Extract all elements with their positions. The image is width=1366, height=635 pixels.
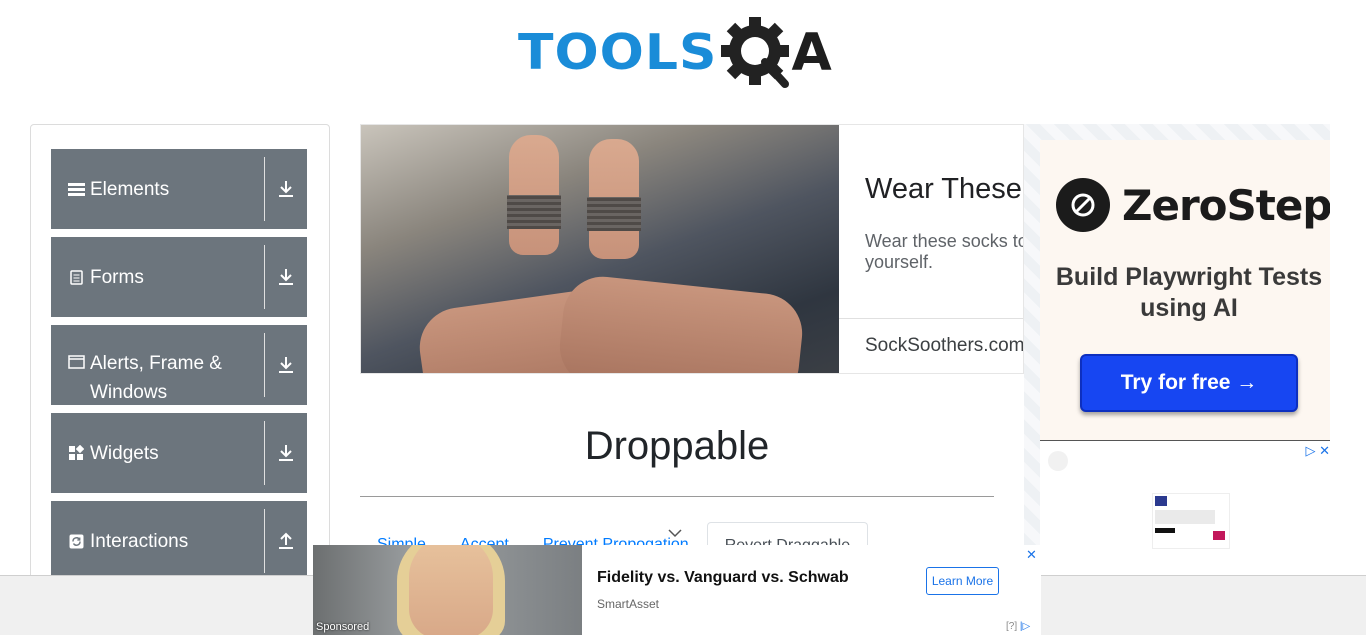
divider <box>839 318 1023 319</box>
zerostep-tagline: Build Playwright Tests using AI <box>1055 263 1323 322</box>
sponsored-label: Sponsored <box>316 621 370 633</box>
ad-headline[interactable]: Wear These <box>865 173 1022 206</box>
sidebar-group-label: Interactions <box>90 530 189 552</box>
sidebar-group-widgets[interactable]: Widgets <box>51 413 307 493</box>
sidebar-group-label: Widgets <box>90 442 159 464</box>
face-shape <box>409 545 493 635</box>
ad-title[interactable]: Fidelity vs. Vanguard vs. Schwab <box>597 569 849 587</box>
zerostep-brand: ZeroStep <box>1122 180 1330 230</box>
leg-shape <box>555 272 807 373</box>
try-for-free-button[interactable]: Try for free → <box>1080 354 1298 412</box>
mini-ad-image <box>1152 493 1230 549</box>
fidelity-ad[interactable]: Sponsored Fidelity vs. Vanguard vs. Schw… <box>313 545 1041 635</box>
page: TOOLS A Elements Forms Alerts, Frame & W… <box>0 0 1366 635</box>
ad-info[interactable]: [?] |▷ <box>1006 621 1030 632</box>
zerostep-ad[interactable]: ZeroStep Build Playwright Tests using AI… <box>1024 124 1330 575</box>
widgets-icon <box>67 445 85 461</box>
download-icon[interactable] <box>265 237 307 317</box>
zerostep-logo: ZeroStep <box>1056 178 1330 232</box>
refresh-icon <box>67 534 85 549</box>
close-icon[interactable]: ✕ <box>1026 547 1037 563</box>
window-icon <box>67 355 85 369</box>
chevron-down-icon[interactable] <box>668 528 682 538</box>
logo-text: TOOLS <box>518 24 718 82</box>
document-icon <box>67 269 85 285</box>
toolsqa-logo[interactable]: TOOLS A <box>518 16 840 90</box>
foot-shape <box>507 135 561 255</box>
download-icon[interactable] <box>265 413 307 493</box>
divider <box>360 496 994 497</box>
logo-suffix: A <box>791 23 832 83</box>
zerostep-icon <box>1056 178 1110 232</box>
ad-site-link[interactable]: SockSoothers.com <box>865 335 1023 357</box>
sock-ad-banner[interactable]: Wear These Wear these socks to yourself.… <box>360 124 1024 374</box>
ad-info-text: [?] <box>1006 621 1018 632</box>
sidebar-group-label: Elements <box>90 178 170 200</box>
sidebar-group-label: Forms <box>90 266 144 288</box>
download-icon[interactable] <box>265 325 307 405</box>
sidebar-group-forms[interactable]: Forms <box>51 237 307 317</box>
sidebar-group-alerts-frame-windows[interactable]: Alerts, Frame & Windows <box>51 325 307 405</box>
list-icon <box>67 182 85 197</box>
learn-more-button[interactable]: Learn More <box>926 567 999 595</box>
mute-icon[interactable] <box>1048 451 1068 471</box>
sidebar: Elements Forms Alerts, Frame & Windows W… <box>30 124 330 635</box>
adchoices-icon[interactable]: |▷ <box>1020 621 1030 632</box>
download-icon[interactable] <box>265 149 307 229</box>
ad-photo: Sponsored <box>313 545 582 635</box>
sidebar-group-elements[interactable]: Elements <box>51 149 307 229</box>
upload-icon[interactable] <box>265 501 307 581</box>
zerostep-card: ZeroStep Build Playwright Tests using AI… <box>1040 140 1330 440</box>
ad-description: Wear these socks to yourself. <box>865 231 1024 272</box>
foot-shape <box>587 139 641 259</box>
sidebar-group-label: Alerts, Frame & Windows <box>90 353 222 403</box>
ad-source: SmartAsset <box>597 597 660 611</box>
ad-photo <box>361 125 839 373</box>
page-title: Droppable <box>584 424 770 468</box>
sidebar-group-interactions[interactable]: Interactions <box>51 501 307 581</box>
gear-magnifier-icon <box>721 17 790 88</box>
adchoices-close-icon[interactable]: ▷ ✕ <box>1305 443 1330 459</box>
secondary-ad[interactable]: ▷ ✕ <box>1040 440 1330 575</box>
